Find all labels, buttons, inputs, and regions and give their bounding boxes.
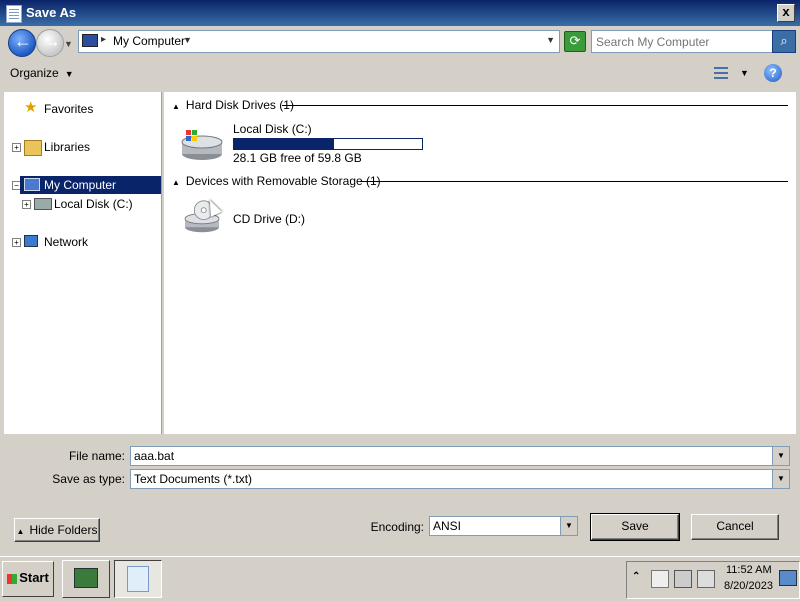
filename-value[interactable]: aaa.bat	[134, 449, 174, 463]
cd-drive-item[interactable]: CD Drive (D:)	[180, 196, 330, 242]
local-disk-item[interactable]: Local Disk (C:) 28.1 GB free of 59.8 GB	[180, 122, 430, 166]
cancel-button[interactable]: Cancel	[691, 514, 779, 540]
title-bar[interactable]: Save As x	[0, 0, 800, 26]
cd-drive-name: CD Drive (D:)	[233, 212, 305, 226]
chevron-down-icon[interactable]: ▼	[560, 517, 577, 535]
notepad-icon	[127, 566, 149, 592]
tree-item-my-computer[interactable]: My Computer	[20, 176, 161, 194]
breadcrumb-dropdown-icon[interactable]: ▼	[183, 35, 192, 45]
notepad-icon	[6, 5, 22, 23]
filename-field[interactable]: aaa.bat ▼	[130, 446, 790, 466]
server-manager-icon	[74, 568, 98, 588]
expand-libraries-icon[interactable]: +	[12, 143, 21, 152]
save-type-label: Save as type:	[52, 472, 125, 486]
group-divider	[282, 105, 788, 106]
search-input[interactable]	[594, 32, 768, 51]
forward-button[interactable]: →	[36, 29, 64, 57]
help-button[interactable]: ?	[764, 64, 782, 82]
group-divider	[360, 181, 788, 182]
disk-usage-bar	[233, 138, 423, 150]
group-header-removable[interactable]: ▲ Devices with Removable Storage (1)	[172, 174, 381, 188]
hard-drive-icon	[181, 130, 223, 160]
taskbar-app-notepad[interactable]	[114, 560, 162, 598]
breadcrumb-separator-icon[interactable]: ▸	[101, 34, 106, 45]
refresh-button[interactable]: ⟳	[564, 31, 586, 52]
filename-label: File name:	[68, 449, 125, 463]
encoding-select[interactable]: ANSI ▼	[429, 516, 578, 536]
taskbar-app-server-manager[interactable]	[62, 560, 110, 598]
organize-menu[interactable]: Organize ▼	[10, 66, 74, 80]
windows-logo-icon	[7, 573, 18, 584]
chevron-down-icon[interactable]: ▼	[772, 447, 789, 465]
forward-arrow-icon: →	[43, 31, 61, 51]
show-desktop-icon[interactable]	[779, 570, 797, 586]
address-dropdown-icon[interactable]: ▼	[546, 35, 555, 45]
organize-label: Organize	[10, 66, 59, 80]
start-button[interactable]: Start	[2, 561, 54, 597]
views-dropdown-icon[interactable]: ▼	[740, 68, 749, 78]
encoding-label: Encoding:	[370, 520, 424, 534]
save-type-select[interactable]: Text Documents (*.txt) ▼	[130, 469, 790, 489]
search-box[interactable]	[591, 30, 773, 53]
back-button[interactable]: ←	[8, 29, 36, 57]
back-arrow-icon: ←	[14, 31, 32, 51]
collapse-group-icon: ▲	[172, 178, 180, 187]
computer-icon	[82, 34, 98, 47]
clock-date[interactable]: 8/20/2023	[724, 580, 773, 592]
volume-muted-icon[interactable]	[697, 570, 715, 588]
history-dropdown-icon[interactable]: ▼	[64, 39, 73, 49]
content-pane: ▲ Hard Disk Drives (1) Local Disk (C:) 28…	[164, 92, 796, 434]
collapse-group-icon: ▲	[172, 102, 180, 111]
computer-icon	[24, 178, 40, 191]
search-button[interactable]: ⌕	[772, 30, 796, 53]
expand-local-disk-icon[interactable]: +	[22, 200, 31, 209]
address-bar[interactable]: ▸ My Computer ▼ ▼	[78, 30, 560, 53]
local-disk-name: Local Disk (C:)	[233, 122, 312, 136]
search-icon: ⌕	[780, 33, 788, 48]
folder-tree: ★ Favorites + Libraries − My Computer + …	[4, 92, 162, 434]
network-icon	[24, 235, 38, 247]
action-center-flag-icon[interactable]	[651, 570, 669, 588]
expand-network-icon[interactable]: +	[12, 238, 21, 247]
refresh-icon: ⟳	[569, 33, 581, 48]
window-title: Save As	[26, 5, 77, 20]
save-type-value: Text Documents (*.txt)	[134, 472, 253, 486]
collapse-pane-icon: ▲	[16, 527, 25, 536]
breadcrumb-my-computer[interactable]: My Computer	[113, 34, 185, 48]
star-icon: ★	[24, 99, 38, 116]
clock-time[interactable]: 11:52 AM	[726, 564, 772, 576]
group-header-hard-disk[interactable]: ▲ Hard Disk Drives (1)	[172, 98, 294, 112]
views-button[interactable]	[712, 65, 730, 81]
close-button[interactable]: x	[777, 4, 795, 22]
encoding-value: ANSI	[433, 519, 462, 533]
hard-drive-icon	[34, 198, 52, 210]
chevron-down-icon: ▼	[64, 69, 74, 79]
show-hidden-icons-icon[interactable]: ⌃	[632, 571, 640, 582]
libraries-icon	[24, 140, 42, 156]
chevron-down-icon[interactable]: ▼	[772, 470, 789, 488]
save-button[interactable]: Save	[590, 513, 680, 541]
disk-usage-fill	[234, 139, 334, 149]
network-status-icon[interactable]	[674, 570, 692, 588]
local-disk-free-space: 28.1 GB free of 59.8 GB	[233, 151, 362, 165]
hide-folders-button[interactable]: ▲ Hide Folders	[14, 518, 100, 542]
